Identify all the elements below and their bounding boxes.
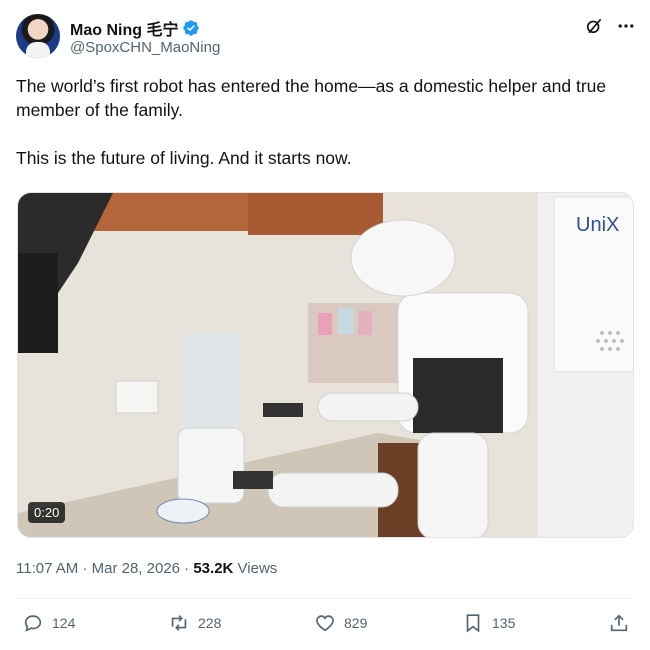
repost-button[interactable]: 228: [168, 612, 221, 634]
bookmark-icon: [466, 614, 480, 633]
avatar[interactable]: [16, 14, 60, 58]
video-player[interactable]: UniX 0:20: [17, 192, 634, 538]
video-duration: 0:20: [28, 502, 66, 523]
reply-count: 124: [52, 615, 76, 631]
divider: [16, 598, 634, 599]
tweet-paragraph: This is the future of living. And it sta…: [16, 148, 352, 168]
video-frame: UniX: [18, 193, 633, 537]
tweet-header: Mao Ning 毛宁 @SpoxCHN_MaoNing: [16, 12, 636, 62]
share-button[interactable]: [608, 612, 630, 634]
meta-separator: ·: [184, 560, 190, 577]
tweet-meta: 11:07 AM · Mar 28, 2026 · 53.2K Views: [16, 560, 277, 577]
bookmark-button[interactable]: 135: [462, 612, 515, 634]
like-count: 829: [344, 615, 368, 631]
reply-icon: [24, 615, 42, 632]
tweet-date[interactable]: Mar 28, 2026: [92, 560, 180, 577]
views-count: 53.2K: [193, 560, 234, 577]
tweet-text: The world’s first robot has entered the …: [16, 74, 636, 194]
repost-count: 228: [198, 615, 222, 631]
heart-icon: [316, 615, 334, 632]
action-bar: 124 228 829 135: [16, 612, 634, 640]
repost-icon: [171, 615, 187, 631]
header-actions: [584, 16, 636, 36]
more-options-icon[interactable]: [616, 16, 636, 36]
tweet-paragraph: The world’s first robot has entered the …: [16, 76, 607, 120]
handle[interactable]: @SpoxCHN_MaoNing: [70, 39, 220, 56]
display-name[interactable]: Mao Ning 毛宁: [70, 16, 178, 40]
share-icon: [610, 614, 628, 632]
grok-icon[interactable]: [584, 16, 604, 36]
bookmark-count: 135: [492, 615, 516, 631]
reply-button[interactable]: 124: [22, 612, 75, 634]
brand-text: UniX: [576, 214, 619, 236]
tweet-time[interactable]: 11:07 AM: [16, 560, 78, 577]
meta-separator: ·: [82, 560, 88, 577]
name-row: Mao Ning 毛宁: [70, 16, 200, 40]
verified-badge-icon: [183, 20, 200, 36]
like-button[interactable]: 829: [314, 612, 367, 634]
views-label: Views: [237, 560, 278, 577]
